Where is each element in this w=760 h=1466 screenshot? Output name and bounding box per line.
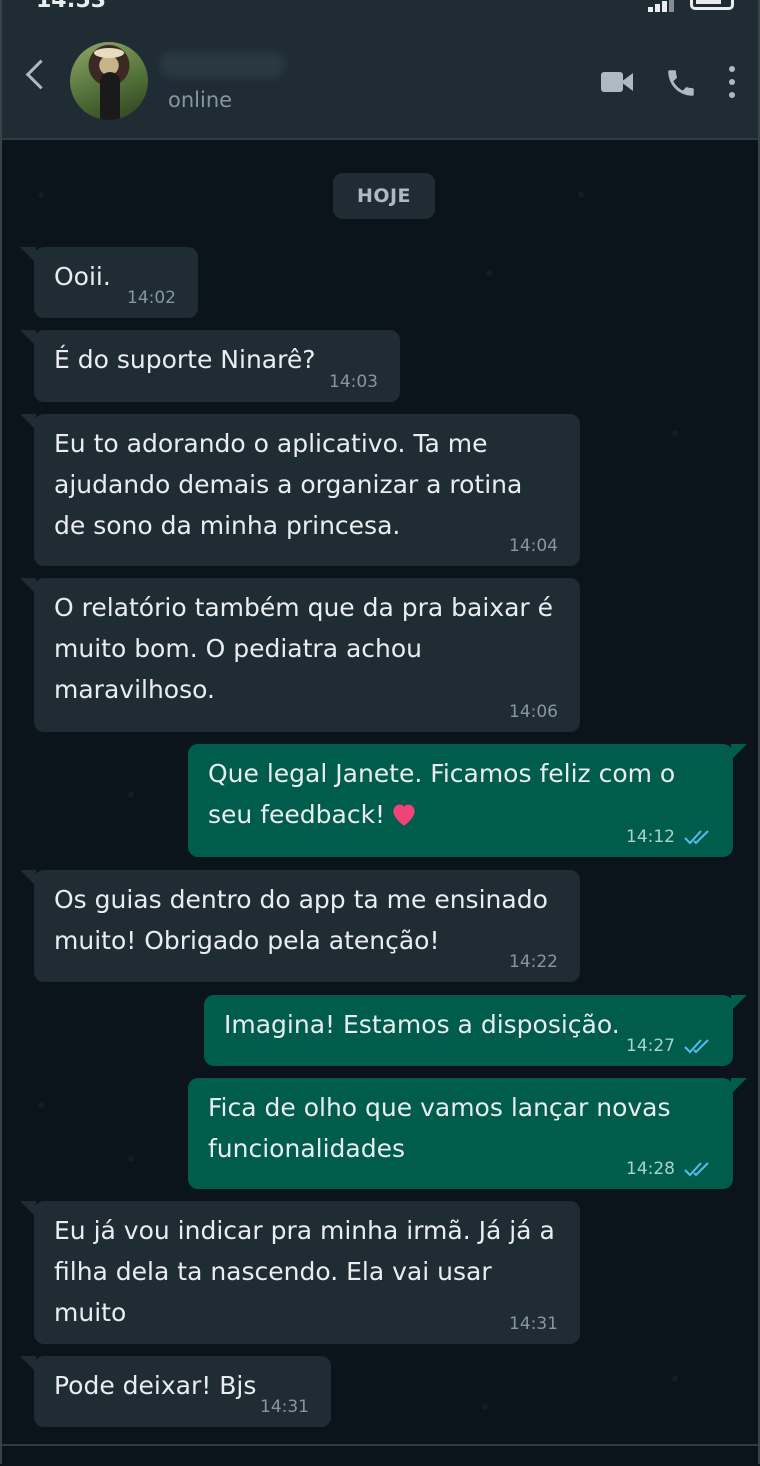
heart-emoji-icon xyxy=(393,804,415,826)
double-check-icon xyxy=(684,1162,709,1177)
message-time: 14:28 xyxy=(626,1159,675,1179)
bottom-bar xyxy=(0,1444,760,1466)
message-time: 14:12 xyxy=(626,827,675,847)
back-arrow-icon[interactable] xyxy=(25,59,56,90)
contact-name-redacted[interactable] xyxy=(160,52,285,78)
message-text: Imagina! Estamos a disposição. xyxy=(224,1010,620,1039)
message-text: Ooii. xyxy=(54,262,111,291)
message-outgoing[interactable]: Imagina! Estamos a disposição. 14:27 xyxy=(204,995,747,1066)
message-time: 14:31 xyxy=(260,1397,309,1417)
message-text: Que legal Janete. Ficamos feliz com o se… xyxy=(208,759,676,829)
contact-status: online xyxy=(168,88,233,112)
chat-header: online xyxy=(0,14,760,140)
message-outgoing[interactable]: Fica de olho que vamos lançar novas func… xyxy=(188,1078,747,1189)
message-incoming[interactable]: Ooii. 14:02 xyxy=(20,247,198,318)
message-list[interactable]: HOJE Ooii. 14:02 É do suporte Ninarê? 14… xyxy=(0,140,760,1444)
message-outgoing[interactable]: Que legal Janete. Ficamos feliz com o se… xyxy=(188,744,747,857)
message-incoming[interactable]: Pode deixar! Bjs 14:31 xyxy=(20,1356,331,1427)
message-text: Pode deixar! Bjs xyxy=(54,1371,257,1400)
video-call-icon[interactable] xyxy=(601,72,633,92)
message-text: Eu to adorando o aplicativo. Ta me ajuda… xyxy=(54,429,523,540)
message-incoming[interactable]: É do suporte Ninarê? 14:03 xyxy=(20,330,400,402)
signal-icon xyxy=(648,0,674,12)
message-incoming[interactable]: Eu já vou indicar pra minha irmã. Já já … xyxy=(20,1201,580,1344)
date-chip: HOJE xyxy=(333,173,435,219)
more-options-icon[interactable] xyxy=(728,66,736,100)
message-time: 14:04 xyxy=(509,536,558,556)
double-check-icon xyxy=(684,830,709,845)
message-time: 14:31 xyxy=(509,1314,558,1334)
message-time: 14:27 xyxy=(626,1036,675,1056)
voice-call-icon[interactable] xyxy=(664,66,698,100)
message-time: 14:06 xyxy=(509,702,558,722)
message-incoming[interactable]: Os guias dentro do app ta me ensinado mu… xyxy=(20,870,580,982)
message-text: O relatório também que da pra baixar é m… xyxy=(54,593,554,704)
message-time: 14:22 xyxy=(509,952,558,972)
message-text: É do suporte Ninarê? xyxy=(54,345,316,374)
status-bar: 14:53 xyxy=(0,0,760,14)
double-check-icon xyxy=(684,1039,709,1054)
message-text: Eu já vou indicar pra minha irmã. Já já … xyxy=(54,1216,555,1327)
avatar[interactable] xyxy=(70,42,148,120)
message-incoming[interactable]: Eu to adorando o aplicativo. Ta me ajuda… xyxy=(20,414,580,566)
message-time: 14:02 xyxy=(127,288,176,308)
battery-icon xyxy=(690,0,734,10)
message-text: Os guias dentro do app ta me ensinado mu… xyxy=(54,885,548,955)
message-text: Fica de olho que vamos lançar novas func… xyxy=(208,1093,671,1163)
message-time: 14:03 xyxy=(329,372,378,392)
status-time: 14:53 xyxy=(36,0,107,13)
message-incoming[interactable]: O relatório também que da pra baixar é m… xyxy=(20,578,580,732)
